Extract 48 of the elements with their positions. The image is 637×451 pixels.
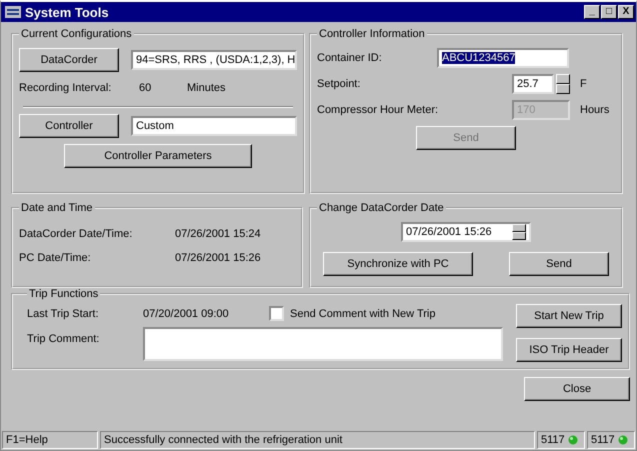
group-title: Current Configurations bbox=[20, 28, 133, 40]
send-button[interactable]: Send bbox=[509, 252, 609, 276]
setpoint-unit: F bbox=[580, 78, 587, 90]
synchronize-button[interactable]: Synchronize with PC bbox=[323, 252, 473, 276]
maximize-button[interactable]: □ bbox=[601, 5, 617, 19]
minimize-button[interactable]: _ bbox=[584, 5, 600, 19]
controller-parameters-button[interactable]: Controller Parameters bbox=[64, 144, 252, 168]
setpoint-field[interactable]: 25.7 bbox=[512, 74, 554, 94]
spinner-control[interactable] bbox=[512, 224, 526, 240]
send-comment-checkbox[interactable]: Send Comment with New Trip bbox=[269, 306, 436, 321]
last-trip-label: Last Trip Start: bbox=[27, 308, 100, 320]
port-status: 5117 bbox=[587, 431, 635, 449]
status-message: Successfully connected with the refrigeration unit bbox=[100, 431, 535, 449]
datacorder-button[interactable]: DataCorder bbox=[19, 48, 119, 72]
hour-meter-label: Compressor Hour Meter: bbox=[317, 104, 440, 116]
help-hint: F1=Help bbox=[2, 431, 98, 449]
group-title: Trip Functions bbox=[28, 288, 100, 300]
trip-comment-label: Trip Comment: bbox=[27, 333, 100, 345]
interval-unit: Minutes bbox=[187, 82, 226, 94]
close-button[interactable]: Close bbox=[524, 377, 630, 401]
container-id-field[interactable]: ABCU1234567 bbox=[437, 48, 569, 68]
controller-field[interactable]: Custom bbox=[131, 116, 297, 136]
interval-label: Recording Interval: bbox=[19, 82, 112, 94]
group-title: Controller Information bbox=[318, 28, 426, 40]
iso-trip-header-button[interactable]: ISO Trip Header bbox=[516, 338, 622, 362]
app-icon bbox=[5, 6, 21, 18]
port-status: 5117 bbox=[537, 431, 585, 449]
spinner-control[interactable] bbox=[556, 74, 570, 94]
date-picker-field[interactable]: 07/26/2001 15:26 bbox=[401, 222, 531, 242]
interval-value: 60 bbox=[139, 82, 152, 94]
status-light-icon bbox=[568, 435, 578, 445]
start-new-trip-button[interactable]: Start New Trip bbox=[516, 304, 622, 328]
date-label: PC Date/Time: bbox=[19, 252, 92, 264]
status-light-icon bbox=[618, 435, 628, 445]
date-value: 07/26/2001 15:24 bbox=[175, 228, 261, 240]
controller-button[interactable]: Controller bbox=[19, 114, 119, 138]
datacorder-field[interactable]: 94=SRS, RRS , (USDA:1,2,3), H bbox=[131, 50, 297, 70]
group-title: Change DataCorder Date bbox=[318, 202, 445, 214]
container-id-label: Container ID: bbox=[317, 52, 383, 64]
trip-comment-field[interactable] bbox=[143, 327, 503, 361]
last-trip-value: 07/20/2001 09:00 bbox=[143, 308, 230, 320]
window-title: System Tools bbox=[25, 4, 110, 20]
close-button[interactable]: X bbox=[618, 5, 634, 19]
date-label: DataCorder Date/Time: bbox=[19, 228, 134, 240]
date-value: 07/26/2001 15:26 bbox=[175, 252, 261, 264]
group-title: Date and Time bbox=[20, 202, 94, 214]
setpoint-label: Setpoint: bbox=[317, 78, 362, 90]
hours-unit: Hours bbox=[580, 104, 610, 116]
